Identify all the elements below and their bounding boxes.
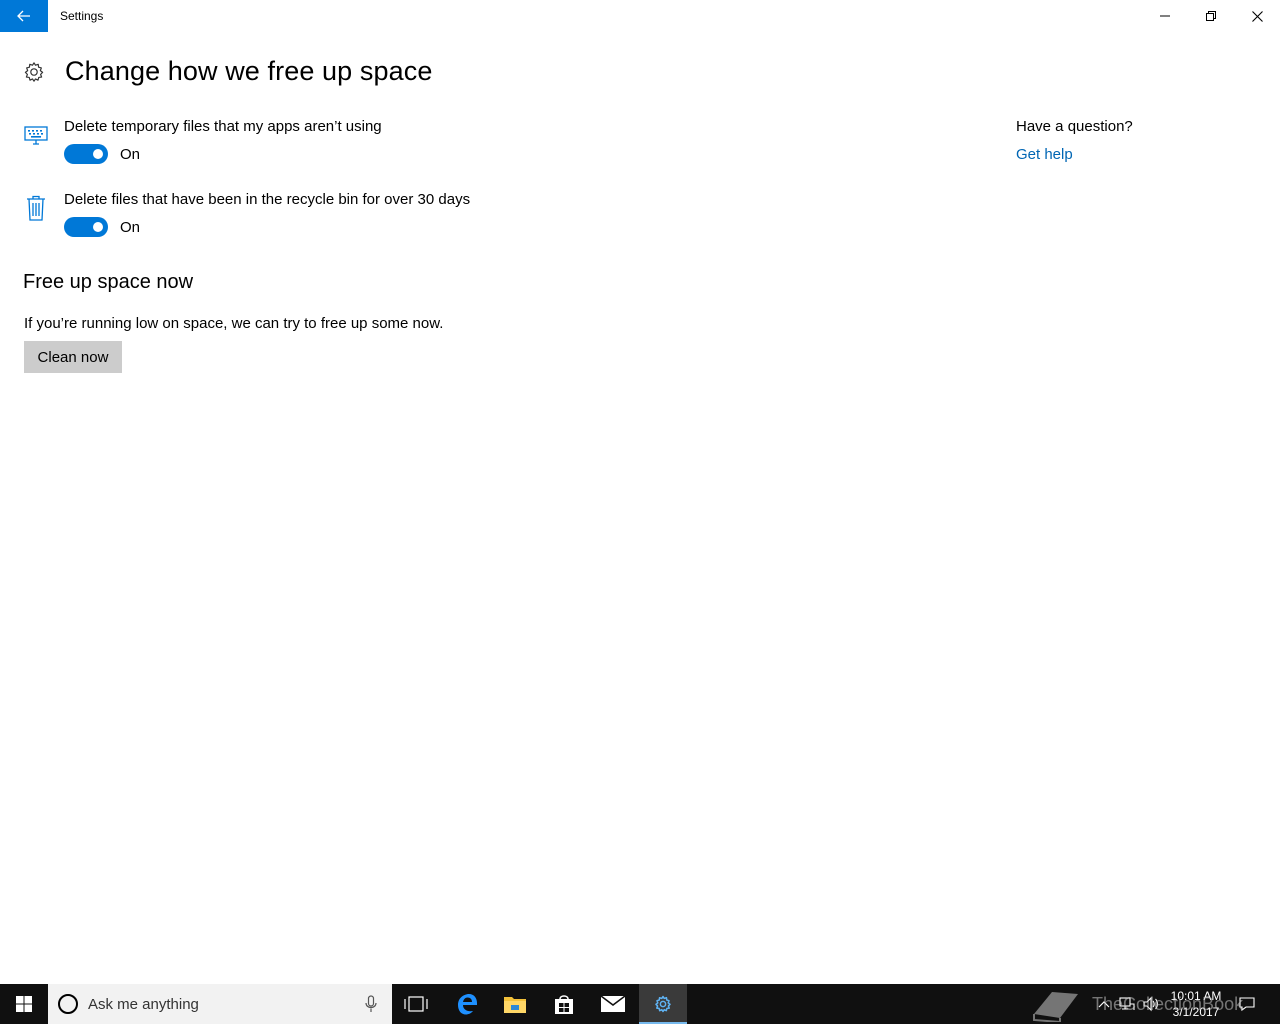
- restore-icon: [1206, 11, 1216, 21]
- temp-files-toggle[interactable]: [64, 144, 108, 164]
- gear-icon: [24, 62, 44, 82]
- get-help-link[interactable]: Get help: [1016, 146, 1073, 163]
- edge-browser-button[interactable]: [443, 984, 491, 1024]
- temp-files-toggle-state: On: [120, 146, 141, 163]
- setting-label-temp-files: Delete temporary files that my apps aren…: [64, 118, 382, 135]
- network-icon: [1119, 997, 1135, 1010]
- recycle-bin-toggle-state: On: [120, 219, 141, 236]
- title-bar: Settings: [0, 0, 1280, 32]
- search-input[interactable]: [88, 995, 348, 1013]
- section-description: If you’re running low on space, we can t…: [24, 315, 444, 332]
- task-view-button[interactable]: [392, 984, 440, 1024]
- toggle-knob: [93, 149, 103, 159]
- edge-icon: [458, 994, 477, 1015]
- close-button[interactable]: [1234, 0, 1280, 32]
- minimize-icon: [1160, 15, 1170, 17]
- mail-button[interactable]: [589, 984, 637, 1024]
- back-button[interactable]: [0, 0, 48, 32]
- recycle-bin-toggle[interactable]: [64, 217, 108, 237]
- page-title: Change how we free up space: [65, 56, 433, 86]
- notification-icon: [1239, 997, 1255, 1012]
- file-explorer-button[interactable]: [491, 984, 539, 1024]
- chevron-up-icon: [1098, 1001, 1110, 1008]
- window-title: Settings: [60, 9, 104, 23]
- store-icon: [555, 995, 573, 1014]
- mail-icon: [600, 995, 626, 1012]
- recycle-bin-icon: [27, 195, 45, 221]
- task-view-icon: [404, 996, 428, 1012]
- show-hidden-icons-button[interactable]: [1094, 984, 1114, 1024]
- cortana-icon: [58, 994, 78, 1014]
- taskbar: 10:01 AM 3/1/2017: [0, 984, 1280, 1024]
- start-button[interactable]: [0, 984, 48, 1024]
- close-icon: [1251, 10, 1263, 22]
- windows-logo-icon: [16, 996, 32, 1012]
- settings-taskbar-button[interactable]: [639, 984, 687, 1024]
- action-center-button[interactable]: [1234, 984, 1260, 1024]
- folder-icon: [504, 997, 526, 1013]
- speaker-icon: [1143, 996, 1158, 1012]
- gear-icon: [655, 995, 671, 1013]
- store-button[interactable]: [540, 984, 588, 1024]
- toggle-knob: [93, 222, 103, 232]
- taskbar-clock[interactable]: 10:01 AM 3/1/2017: [1164, 988, 1228, 1020]
- keyboard-icon: [24, 126, 48, 145]
- minimize-button[interactable]: [1142, 0, 1188, 32]
- cortana-search-box[interactable]: [48, 984, 392, 1024]
- microphone-icon[interactable]: [362, 994, 380, 1014]
- back-arrow-icon: [17, 10, 30, 22]
- clean-now-button[interactable]: Clean now: [24, 341, 122, 373]
- section-title-free-up-space: Free up space now: [23, 271, 194, 293]
- clock-time: 10:01 AM: [1170, 989, 1222, 1003]
- help-question: Have a question?: [1016, 118, 1133, 135]
- network-button[interactable]: [1116, 984, 1138, 1024]
- volume-button[interactable]: [1140, 984, 1162, 1024]
- clock-date: 3/1/2017: [1172, 1005, 1220, 1019]
- setting-label-recycle-bin: Delete files that have been in the recyc…: [64, 191, 471, 208]
- restore-button[interactable]: [1188, 0, 1234, 32]
